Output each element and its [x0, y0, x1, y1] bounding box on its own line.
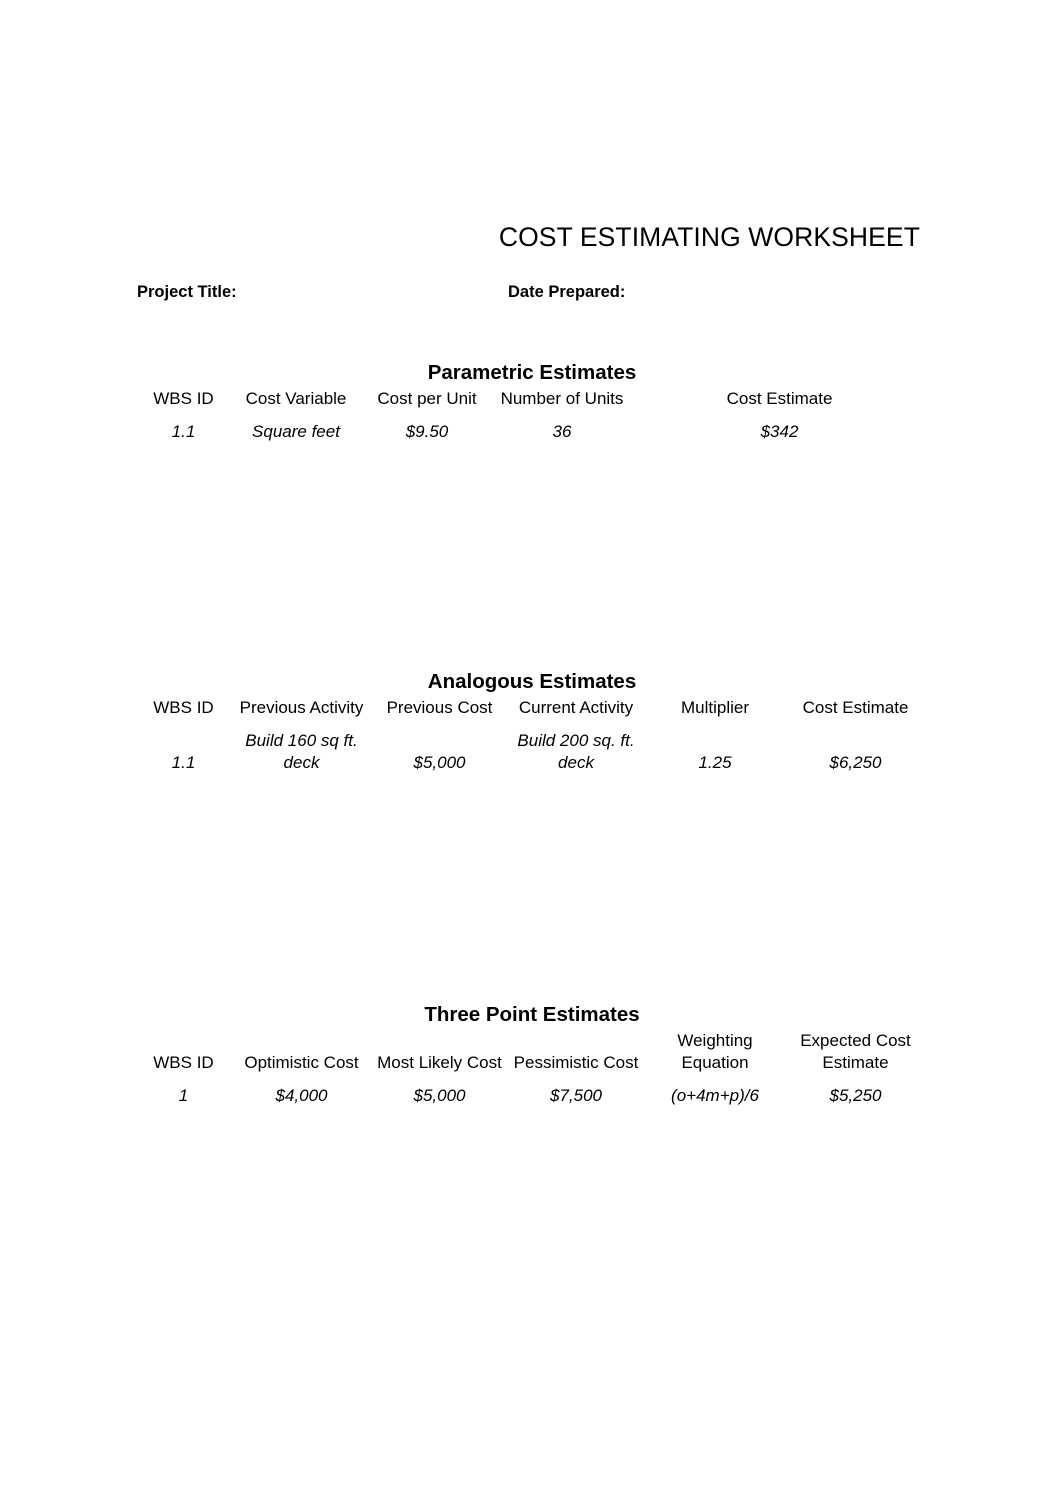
cell-expected-cost-estimate[interactable]: $5,250 — [784, 1075, 927, 1107]
cell-optimistic-cost[interactable]: $4,000 — [230, 1075, 373, 1107]
cell-cost-estimate[interactable]: $342 — [632, 411, 927, 443]
cell-weighting-equation[interactable]: (o+4m+p)/6 — [646, 1075, 784, 1107]
column-header-pessimistic-cost: Pessimistic Cost — [513, 1053, 639, 1072]
page-title: COST ESTIMATING WORKSHEET — [498, 222, 920, 252]
table-header-row: WBS ID Previous Activity Previous Cost C… — [137, 697, 927, 720]
column-header-number-of-units: Number of Units — [500, 389, 624, 408]
cell-pessimistic-cost[interactable]: $7,500 — [506, 1075, 646, 1107]
cell-number-of-units[interactable]: 36 — [492, 411, 632, 443]
table-header-row: WBS ID Optimistic Cost Most Likely Cost … — [137, 1030, 927, 1075]
cell-most-likely-cost[interactable]: $5,000 — [373, 1075, 506, 1107]
cell-wbs-id[interactable]: 1.1 — [137, 720, 230, 774]
section-three-point-estimates: Three Point Estimates WBS ID Optimistic … — [137, 1002, 927, 1107]
cell-wbs-id[interactable]: 1.1 — [137, 411, 230, 443]
cell-cost-per-unit[interactable]: $9.50 — [362, 411, 492, 443]
column-header-optimistic-cost: Optimistic Cost — [244, 1053, 359, 1072]
column-header-weighting-equation: Weighting Equation — [677, 1031, 753, 1072]
cell-current-activity[interactable]: Build 200 sq. ft. deck — [506, 720, 646, 774]
worksheet-page: COST ESTIMATING WORKSHEET Project Title:… — [0, 0, 1062, 1506]
cell-previous-cost[interactable]: $5,000 — [373, 720, 506, 774]
column-header-previous-cost: Previous Cost — [386, 698, 493, 717]
three-point-estimates-table: WBS ID Optimistic Cost Most Likely Cost … — [137, 1030, 927, 1107]
date-prepared-label: Date Prepared: — [508, 283, 626, 301]
column-header-cost-variable: Cost Variable — [245, 389, 347, 408]
parametric-estimates-table: WBS ID Cost Variable Cost per Unit Numbe… — [137, 388, 927, 443]
column-header-cost-estimate: Cost Estimate — [802, 698, 909, 717]
column-header-multiplier: Multiplier — [680, 698, 750, 717]
three-point-estimates-heading: Three Point Estimates — [424, 1003, 640, 1026]
parametric-estimates-heading: Parametric Estimates — [427, 361, 637, 384]
section-analogous-estimates: Analogous Estimates WBS ID Previous Acti… — [137, 669, 927, 774]
project-title-label: Project Title: — [137, 283, 237, 301]
section-parametric-estimates: Parametric Estimates WBS ID Cost Variabl… — [137, 360, 927, 443]
column-header-wbs-id: WBS ID — [153, 389, 214, 408]
column-header-wbs-id: WBS ID — [153, 1053, 214, 1072]
column-header-current-activity: Current Activity — [518, 698, 634, 717]
table-row: 1 $4,000 $5,000 $7,500 (o+4m+p)/6 $5,250 — [137, 1075, 927, 1107]
table-row: 1.1 Build 160 sq ft. deck $5,000 Build 2… — [137, 720, 927, 774]
cell-cost-estimate[interactable]: $6,250 — [784, 720, 927, 774]
column-header-wbs-id: WBS ID — [153, 698, 214, 717]
cell-previous-activity[interactable]: Build 160 sq ft. deck — [230, 720, 373, 774]
column-header-cost-estimate: Cost Estimate — [726, 389, 833, 408]
document-meta-row: Project Title: Date Prepared: — [137, 283, 927, 305]
table-row: 1.1 Square feet $9.50 36 $342 — [137, 411, 927, 443]
cell-multiplier[interactable]: 1.25 — [646, 720, 784, 774]
column-header-previous-activity: Previous Activity — [239, 698, 364, 717]
column-header-cost-per-unit: Cost per Unit — [377, 389, 477, 408]
column-header-expected-cost-estimate: Expected Cost Estimate — [800, 1031, 911, 1072]
cell-cost-variable[interactable]: Square feet — [230, 411, 362, 443]
analogous-estimates-heading: Analogous Estimates — [427, 670, 637, 693]
table-header-row: WBS ID Cost Variable Cost per Unit Numbe… — [137, 388, 927, 411]
cell-wbs-id[interactable]: 1 — [137, 1075, 230, 1107]
analogous-estimates-table: WBS ID Previous Activity Previous Cost C… — [137, 697, 927, 774]
column-header-most-likely-cost: Most Likely Cost — [377, 1053, 502, 1072]
